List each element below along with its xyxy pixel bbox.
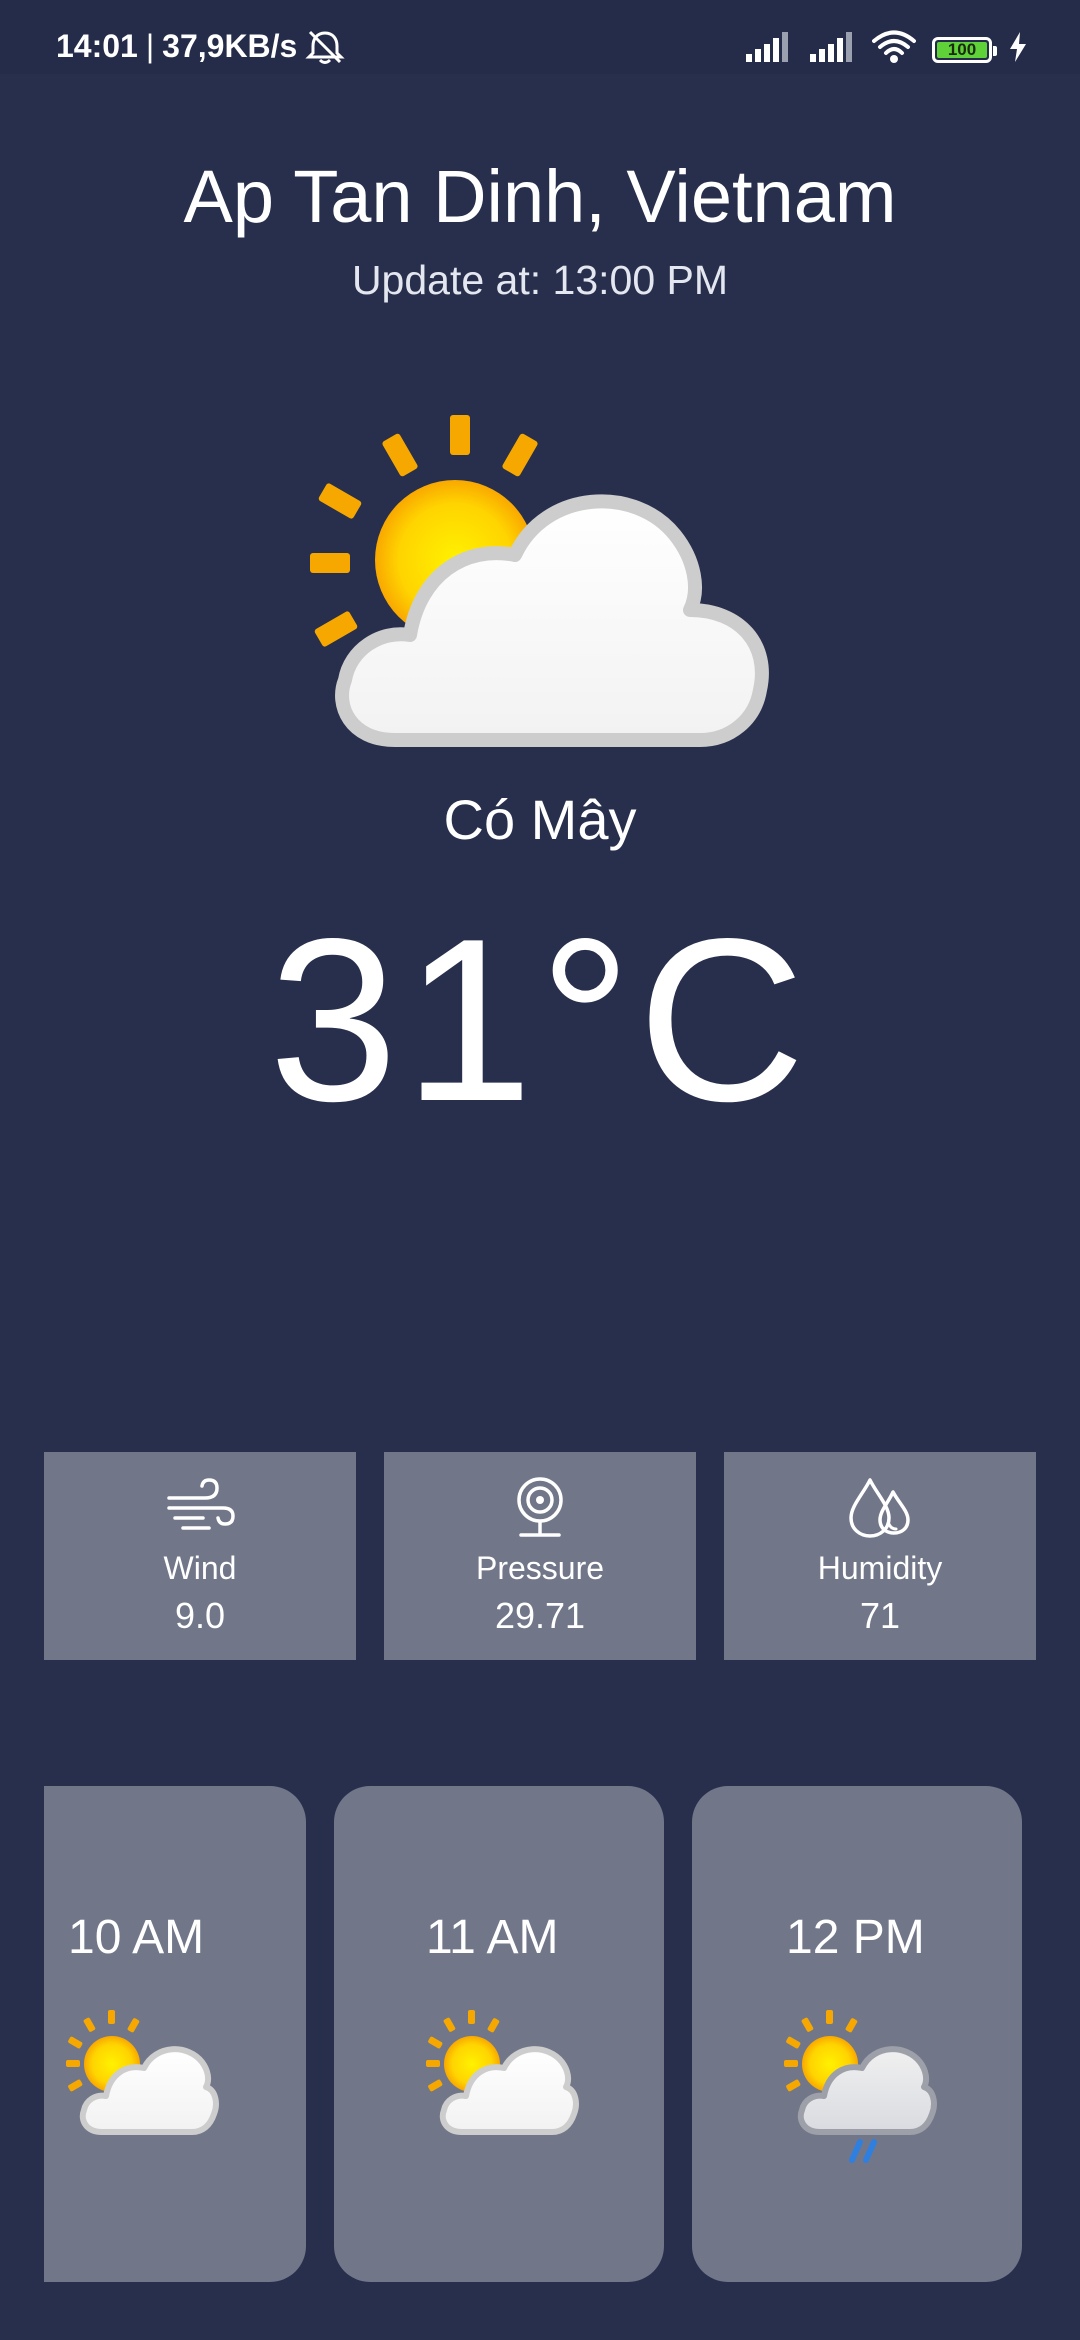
hourly-card[interactable]: 12 PM — [692, 1786, 1022, 2282]
hourly-card[interactable]: 11 AM — [334, 1786, 664, 2282]
stat-label: Pressure — [475, 1550, 605, 1586]
battery-icon: 100 — [932, 36, 997, 63]
status-bar: 14:01 | 37,9KB/s 100 — [0, 0, 1080, 74]
weather-condition: Có Mây — [443, 788, 637, 851]
location-title: Ap Tan Dinh, Vietnam — [183, 155, 897, 238]
alarm-off-icon — [305, 29, 345, 65]
stat-label: Wind — [163, 1550, 237, 1586]
stat-label: Humidity — [817, 1550, 943, 1586]
status-right: 100 — [744, 30, 1028, 69]
partly-cloudy-icon — [424, 2008, 580, 2146]
status-left: 14:01 | 37,9KB/s — [56, 28, 345, 65]
stat-value: 71 — [859, 1595, 901, 1636]
wifi-icon — [872, 30, 916, 69]
hourly-time: 10 AM — [68, 1911, 205, 1964]
update-time: Update at: 13:00 PM — [351, 257, 729, 303]
stat-value: 9.0 — [174, 1595, 226, 1636]
hourly-time: 12 PM — [786, 1911, 925, 1964]
humidity-icon — [845, 1476, 915, 1538]
signal-icon — [808, 32, 856, 67]
partly-cloudy-icon — [64, 2008, 220, 2146]
battery-level: 100 — [947, 40, 977, 59]
current-temperature: 31°C — [268, 891, 812, 1150]
charging-icon — [1008, 32, 1028, 67]
wind-icon — [165, 1476, 235, 1538]
partly-cloudy-rain-icon — [782, 2008, 938, 2168]
weather-screen: 14:01 | 37,9KB/s 100 Ap Tan Dinh, Vietna… — [0, 0, 1080, 2340]
partly-cloudy-icon — [290, 395, 790, 755]
stat-card-humidity: Humidity 71 — [724, 1452, 1036, 1660]
status-separator: | — [145, 28, 155, 64]
status-time: 14:01 — [56, 28, 138, 64]
stat-card-pressure: Pressure 29.71 — [384, 1452, 696, 1660]
stat-value: 29.71 — [494, 1595, 586, 1636]
network-speed: 37,9KB/s — [162, 28, 298, 64]
hourly-card[interactable]: 10 AM — [44, 1786, 306, 2282]
pressure-icon — [505, 1476, 575, 1538]
signal-icon — [744, 32, 792, 67]
stat-card-wind: Wind 9.0 — [44, 1452, 356, 1660]
hourly-time: 11 AM — [426, 1911, 559, 1964]
